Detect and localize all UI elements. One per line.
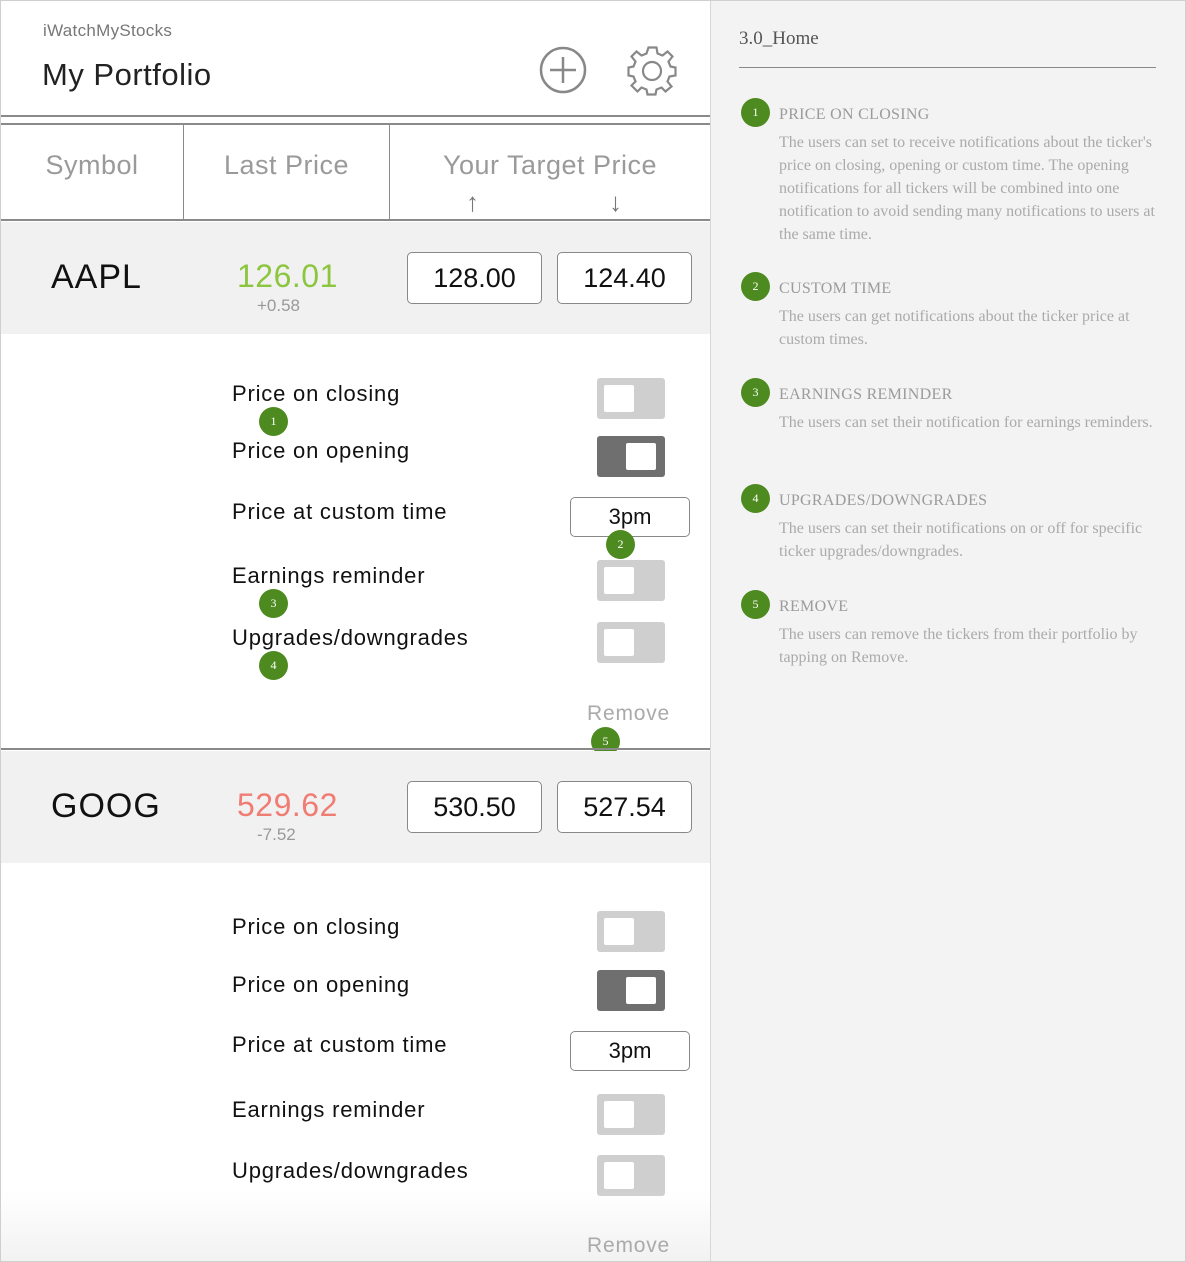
note-heading: EARNINGS REMINDER [779, 386, 953, 403]
toggle-earnings[interactable] [597, 560, 665, 601]
option-label-price-opening: Price on opening [232, 972, 410, 997]
option-label-custom-time: Price at custom time [232, 1032, 448, 1057]
ticker-symbol: AAPL [51, 258, 142, 296]
toggle-knob [626, 977, 656, 1004]
remove-button[interactable]: Remove [587, 1234, 670, 1258]
settings-button[interactable] [626, 45, 677, 96]
ticker-price: 529.62 [237, 787, 338, 823]
ticker-row-goog[interactable]: GOOG 529.62 -7.52 530.50 527.54 [1, 751, 710, 863]
toggle-price-closing[interactable] [597, 378, 665, 419]
column-label: Last Price [223, 150, 350, 180]
custom-time-input[interactable]: 3pm [570, 497, 690, 537]
note-body: The users can remove the tickers from th… [779, 626, 1138, 666]
option-label-earnings: Earnings reminder [232, 1097, 426, 1122]
column-header-symbol[interactable]: Symbol [1, 125, 184, 221]
toggle-earnings[interactable] [597, 1094, 665, 1135]
note-body: The users can get notifications about th… [779, 308, 1130, 348]
section-divider [1, 748, 710, 750]
toggle-upgrades[interactable] [597, 622, 665, 663]
note-heading: REMOVE [779, 598, 849, 615]
annotation-badge: 2 [606, 530, 635, 559]
add-ticker-button[interactable] [538, 45, 588, 95]
annotation-notes-pane: 3.0_Home 1 PRICE ON CLOSING The users ca… [710, 1, 1185, 1261]
option-label-earnings: Earnings reminder [232, 563, 426, 588]
option-label-price-closing: Price on closing [232, 381, 401, 406]
target-up-input[interactable]: 128.00 [407, 252, 542, 304]
annotation-badge: 1 [259, 407, 288, 436]
toggle-knob [604, 1101, 634, 1128]
target-down-input[interactable]: 124.40 [557, 252, 692, 304]
plus-circle-icon [539, 46, 587, 94]
toggle-knob [604, 918, 634, 945]
header-divider [1, 115, 710, 117]
option-label-upgrades: Upgrades/downgrades [232, 1158, 469, 1183]
toggle-knob [604, 629, 634, 656]
option-label-price-opening: Price on opening [232, 438, 410, 463]
column-label: Your Target Price [442, 150, 658, 180]
toggle-knob [604, 567, 634, 594]
remove-button[interactable]: Remove [587, 702, 670, 726]
option-label-price-closing: Price on closing [232, 914, 401, 939]
note-badge: 4 [741, 484, 770, 513]
option-label-upgrades: Upgrades/downgrades [232, 625, 469, 650]
target-up-input[interactable]: 530.50 [407, 781, 542, 833]
app-pane: iWatchMyStocks My Portfolio Symbol Last … [1, 1, 710, 1261]
column-header-last-price[interactable]: Last Price [184, 125, 390, 221]
note-body: The users can set their notification for… [779, 414, 1153, 431]
arrow-down-icon: ↓ [609, 187, 623, 217]
ticker-change: +0.58 [257, 296, 301, 315]
annotation-badge: 3 [259, 589, 288, 618]
note-heading: CUSTOM TIME [779, 280, 892, 297]
app-name: iWatchMyStocks [43, 21, 173, 40]
arrow-up-icon: ↑ [466, 187, 480, 217]
notes-divider [739, 67, 1156, 68]
toggle-knob [604, 385, 634, 412]
note-badge: 2 [741, 272, 770, 301]
ticker-change: -7.52 [257, 825, 296, 844]
custom-time-input[interactable]: 3pm [570, 1031, 690, 1071]
column-label: Symbol [45, 150, 139, 180]
notes-title: 3.0_Home [739, 28, 819, 49]
annotation-badge: 4 [259, 651, 288, 680]
toggle-knob [626, 443, 656, 470]
gear-icon [627, 46, 677, 96]
note-heading: UPGRADES/DOWNGRADES [779, 492, 988, 509]
note-badge: 1 [741, 98, 770, 127]
target-down-input[interactable]: 527.54 [557, 781, 692, 833]
ticker-row-aapl[interactable]: AAPL 126.01 +0.58 128.00 124.40 [1, 222, 710, 334]
toggle-knob [604, 1162, 634, 1189]
note-body: The users can set to receive notificatio… [779, 134, 1155, 243]
toggle-upgrades[interactable] [597, 1155, 665, 1196]
toggle-price-opening[interactable] [597, 970, 665, 1011]
ticker-symbol: GOOG [51, 787, 161, 825]
note-heading: PRICE ON CLOSING [779, 106, 930, 123]
page-title: My Portfolio [42, 57, 212, 92]
toggle-price-opening[interactable] [597, 436, 665, 477]
toggle-price-closing[interactable] [597, 911, 665, 952]
column-header-target-price[interactable]: Your Target Price ↑ ↓ [390, 125, 710, 221]
option-label-custom-time: Price at custom time [232, 499, 448, 524]
note-badge: 3 [741, 378, 770, 407]
note-badge: 5 [741, 590, 770, 619]
note-body: The users can set their notifications on… [779, 520, 1143, 560]
ticker-price: 126.01 [237, 258, 338, 294]
